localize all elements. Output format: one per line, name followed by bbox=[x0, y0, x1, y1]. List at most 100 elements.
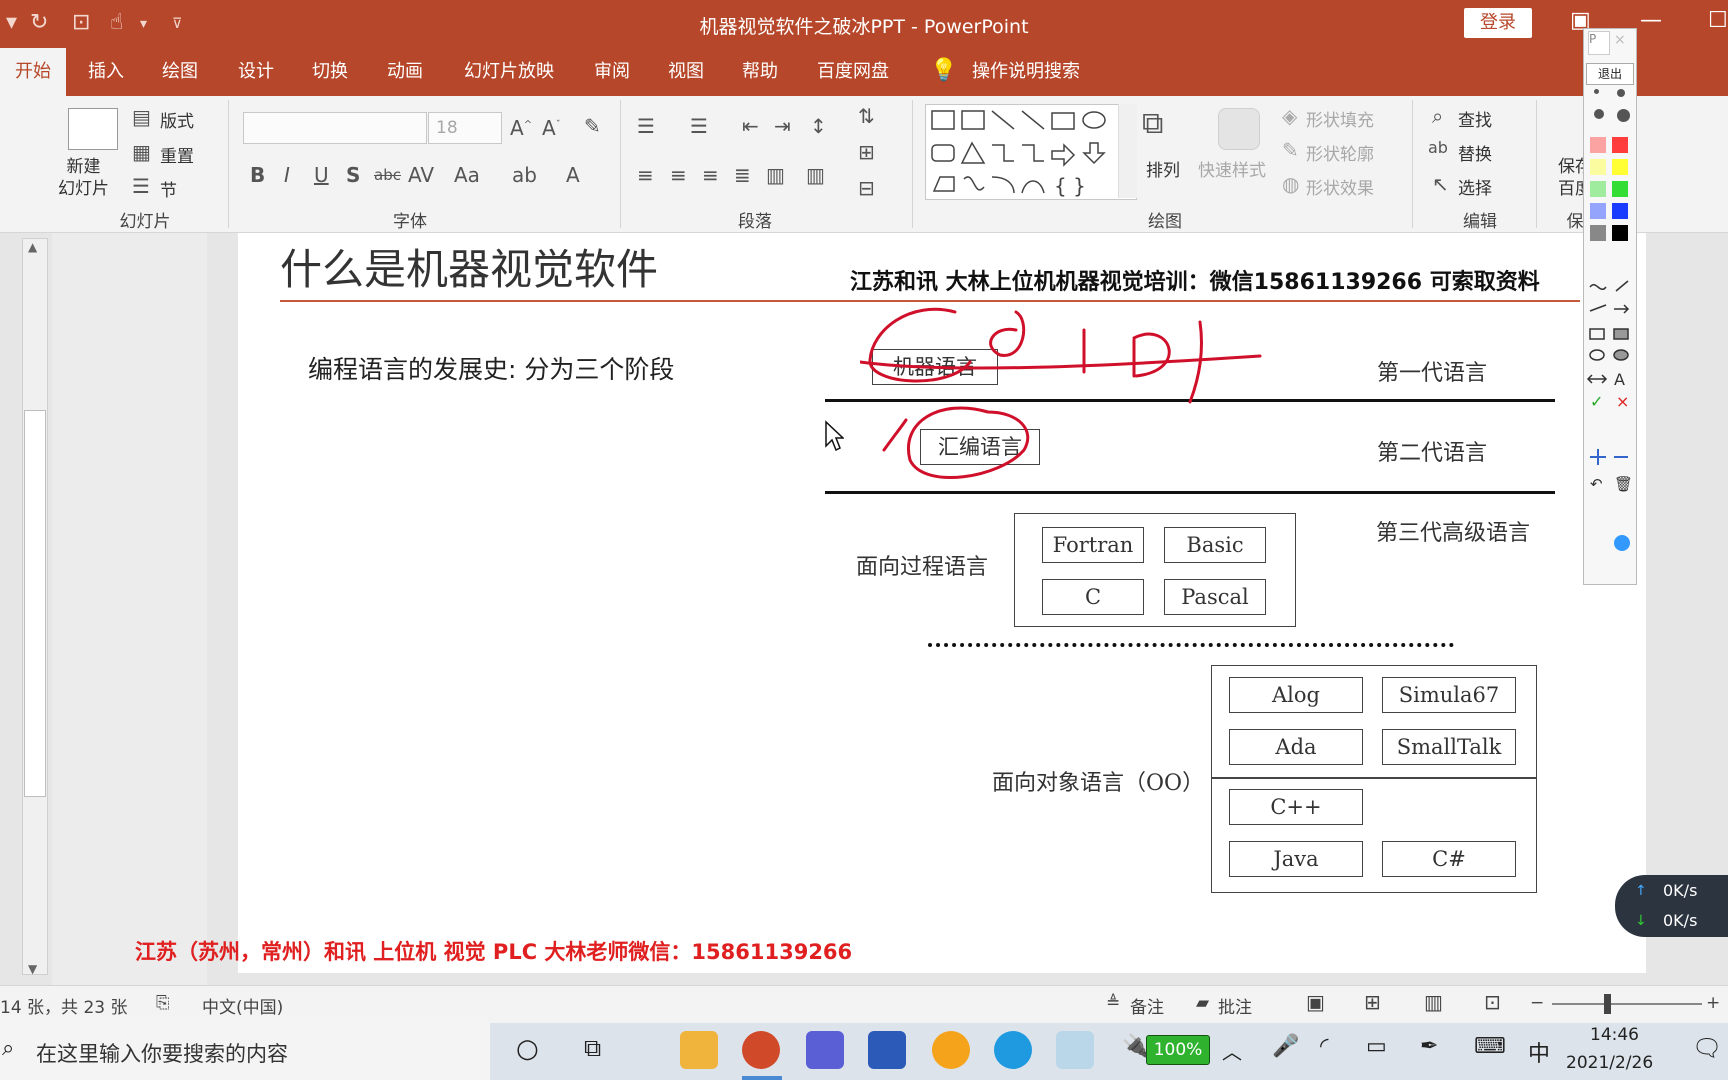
battery-icon[interactable]: ▭ bbox=[1366, 1034, 1387, 1059]
shapes-gallery[interactable]: { } bbox=[925, 104, 1137, 200]
align-center-icon[interactable]: ≡ bbox=[670, 163, 687, 187]
slide-subtitle[interactable]: 编程语言的发展史: 分为三个阶段 bbox=[308, 350, 674, 386]
slide-sorter-icon[interactable]: ⊞ bbox=[1364, 990, 1381, 1014]
task-view-icon[interactable]: ⧉ bbox=[584, 1034, 601, 1062]
font-name-input[interactable] bbox=[243, 112, 427, 144]
pen-width-option[interactable] bbox=[1594, 109, 1604, 119]
clock-date[interactable]: 2021/2/26 bbox=[1566, 1053, 1653, 1073]
shapes-gallery-scroll[interactable] bbox=[1118, 104, 1137, 198]
italic-icon[interactable]: I bbox=[284, 163, 290, 187]
clear-format-icon[interactable]: ✎ bbox=[584, 114, 601, 138]
pen-color-swatch[interactable] bbox=[1590, 159, 1606, 175]
ha-app-icon[interactable] bbox=[932, 1031, 970, 1069]
tab-baidu-netdisk[interactable]: 百度网盘 bbox=[808, 48, 898, 96]
show-hidden-icons[interactable]: ︿ bbox=[1222, 1036, 1242, 1065]
spellcheck-icon[interactable]: ⎘ bbox=[156, 993, 170, 1013]
align-left-icon[interactable]: ≡ bbox=[637, 163, 654, 187]
ime-indicator[interactable]: 中 bbox=[1528, 1036, 1550, 1068]
tab-home[interactable]: 开始 bbox=[0, 48, 66, 96]
distribute-icon[interactable]: ▥ bbox=[766, 163, 785, 187]
tab-design[interactable]: 设计 bbox=[228, 48, 284, 96]
highlight-icon[interactable]: ab bbox=[512, 163, 537, 187]
bullets-icon[interactable]: ☰ bbox=[637, 114, 655, 138]
select-button[interactable]: 选择 bbox=[1458, 174, 1492, 199]
arrange-button[interactable]: 排列 bbox=[1146, 156, 1180, 181]
tab-help[interactable]: 帮助 bbox=[732, 48, 788, 96]
quick-styles-button[interactable]: 快速样式 bbox=[1198, 156, 1266, 181]
pen-color-swatch[interactable] bbox=[1612, 159, 1628, 175]
notes-button[interactable]: 备注 bbox=[1130, 993, 1164, 1018]
zoom-in-icon[interactable]: + bbox=[1706, 993, 1720, 1013]
justify-icon[interactable]: ≣ bbox=[734, 163, 751, 187]
section-button[interactable]: 节 bbox=[160, 176, 177, 201]
pen-color-swatch[interactable] bbox=[1590, 225, 1606, 241]
battery-percentage[interactable]: 100% bbox=[1146, 1035, 1210, 1065]
tab-animations[interactable]: 动画 bbox=[377, 48, 433, 96]
keyboard-icon[interactable]: ⌨ bbox=[1474, 1034, 1506, 1059]
powerpoint-icon[interactable] bbox=[742, 1031, 780, 1069]
pen-color-swatch[interactable] bbox=[1612, 225, 1628, 241]
tab-insert[interactable]: 插入 bbox=[78, 48, 134, 96]
change-case-icon[interactable]: Aa bbox=[454, 163, 480, 187]
edge-icon[interactable] bbox=[994, 1031, 1032, 1069]
language-indicator[interactable]: 中文(中国) bbox=[202, 993, 283, 1018]
pen-color-swatch[interactable] bbox=[1590, 181, 1606, 197]
tab-slideshow[interactable]: 幻灯片放映 bbox=[454, 48, 564, 96]
file-explorer-icon[interactable] bbox=[680, 1031, 718, 1069]
cortana-icon[interactable]: ○ bbox=[516, 1034, 539, 1064]
comments-button[interactable]: 批注 bbox=[1218, 993, 1252, 1018]
shadow-icon[interactable]: S bbox=[346, 163, 360, 187]
network-monitor[interactable]: ↑ 0K/s ↓ 0K/s bbox=[1615, 875, 1728, 937]
tell-me-search[interactable]: 操作说明搜索 bbox=[966, 48, 1086, 96]
pen-color-swatch[interactable] bbox=[1590, 137, 1606, 153]
replace-button[interactable]: 替换 bbox=[1458, 140, 1492, 165]
scroll-up-icon[interactable]: ▲ bbox=[28, 240, 37, 254]
scrollbar-thumb[interactable] bbox=[24, 410, 46, 797]
pen-width-option[interactable] bbox=[1617, 109, 1630, 122]
slide-title[interactable]: 什么是机器视觉软件 bbox=[280, 236, 658, 297]
pen-close-icon[interactable]: × bbox=[1614, 32, 1626, 48]
scroll-down-icon[interactable]: ▼ bbox=[28, 962, 37, 976]
pen-color-swatch[interactable] bbox=[1612, 181, 1628, 197]
increase-indent-icon[interactable]: ⇥ bbox=[774, 114, 791, 138]
zoom-slider-thumb[interactable] bbox=[1604, 994, 1611, 1014]
word-icon[interactable] bbox=[868, 1031, 906, 1069]
strikethrough-icon[interactable]: abc bbox=[374, 166, 401, 184]
pen-icon[interactable]: ✒ bbox=[1420, 1034, 1438, 1059]
shape-fill-button[interactable]: 形状填充 bbox=[1306, 106, 1374, 131]
notification-icon[interactable]: 🗨 bbox=[1692, 1034, 1722, 1062]
align-right-icon[interactable]: ≡ bbox=[702, 163, 719, 187]
app-icon[interactable] bbox=[806, 1031, 844, 1069]
decrease-indent-icon[interactable]: ⇤ bbox=[742, 114, 759, 138]
reading-view-icon[interactable]: ▥ bbox=[1424, 990, 1443, 1014]
taskbar-search-input[interactable]: 在这里输入你要搜索的内容 bbox=[36, 1038, 288, 1068]
login-button[interactable]: 登录 bbox=[1464, 8, 1532, 38]
wifi-icon[interactable]: ◜ bbox=[1320, 1034, 1329, 1059]
pen-width-option[interactable] bbox=[1617, 89, 1625, 97]
microphone-icon[interactable]: 🎤 bbox=[1272, 1034, 1299, 1059]
align-text-icon[interactable]: ⊞ bbox=[858, 140, 875, 164]
paint-icon[interactable] bbox=[1056, 1031, 1094, 1069]
pen-exit-button[interactable]: 退出 bbox=[1586, 63, 1634, 85]
zoom-out-icon[interactable]: − bbox=[1530, 993, 1544, 1013]
maximize-icon[interactable]: ☐ bbox=[1708, 8, 1728, 33]
font-color-icon[interactable]: A bbox=[566, 163, 580, 187]
char-spacing-icon[interactable]: AV bbox=[408, 163, 434, 187]
tab-review[interactable]: 审阅 bbox=[584, 48, 640, 96]
decrease-font-icon[interactable]: Aˇ bbox=[542, 116, 561, 140]
reset-button[interactable]: 重置 bbox=[160, 142, 194, 167]
pen-color-swatch[interactable] bbox=[1612, 203, 1628, 219]
slideshow-view-icon[interactable]: ⊡ bbox=[1484, 990, 1501, 1014]
layout-button[interactable]: 版式 bbox=[160, 107, 194, 132]
zoom-slider[interactable] bbox=[1552, 1003, 1702, 1005]
smartart-icon[interactable]: ⊟ bbox=[858, 176, 875, 200]
underline-icon[interactable]: U bbox=[314, 163, 329, 187]
new-slide-icon[interactable] bbox=[68, 108, 118, 150]
line-spacing-icon[interactable]: ↕ bbox=[810, 114, 827, 138]
pen-color-swatch[interactable] bbox=[1612, 137, 1628, 153]
minimize-icon[interactable]: — bbox=[1640, 8, 1662, 33]
bold-icon[interactable]: B bbox=[250, 163, 265, 187]
find-button[interactable]: 查找 bbox=[1458, 106, 1492, 131]
shape-outline-button[interactable]: 形状轮廓 bbox=[1306, 140, 1374, 165]
numbering-icon[interactable]: ☰ bbox=[690, 114, 708, 138]
